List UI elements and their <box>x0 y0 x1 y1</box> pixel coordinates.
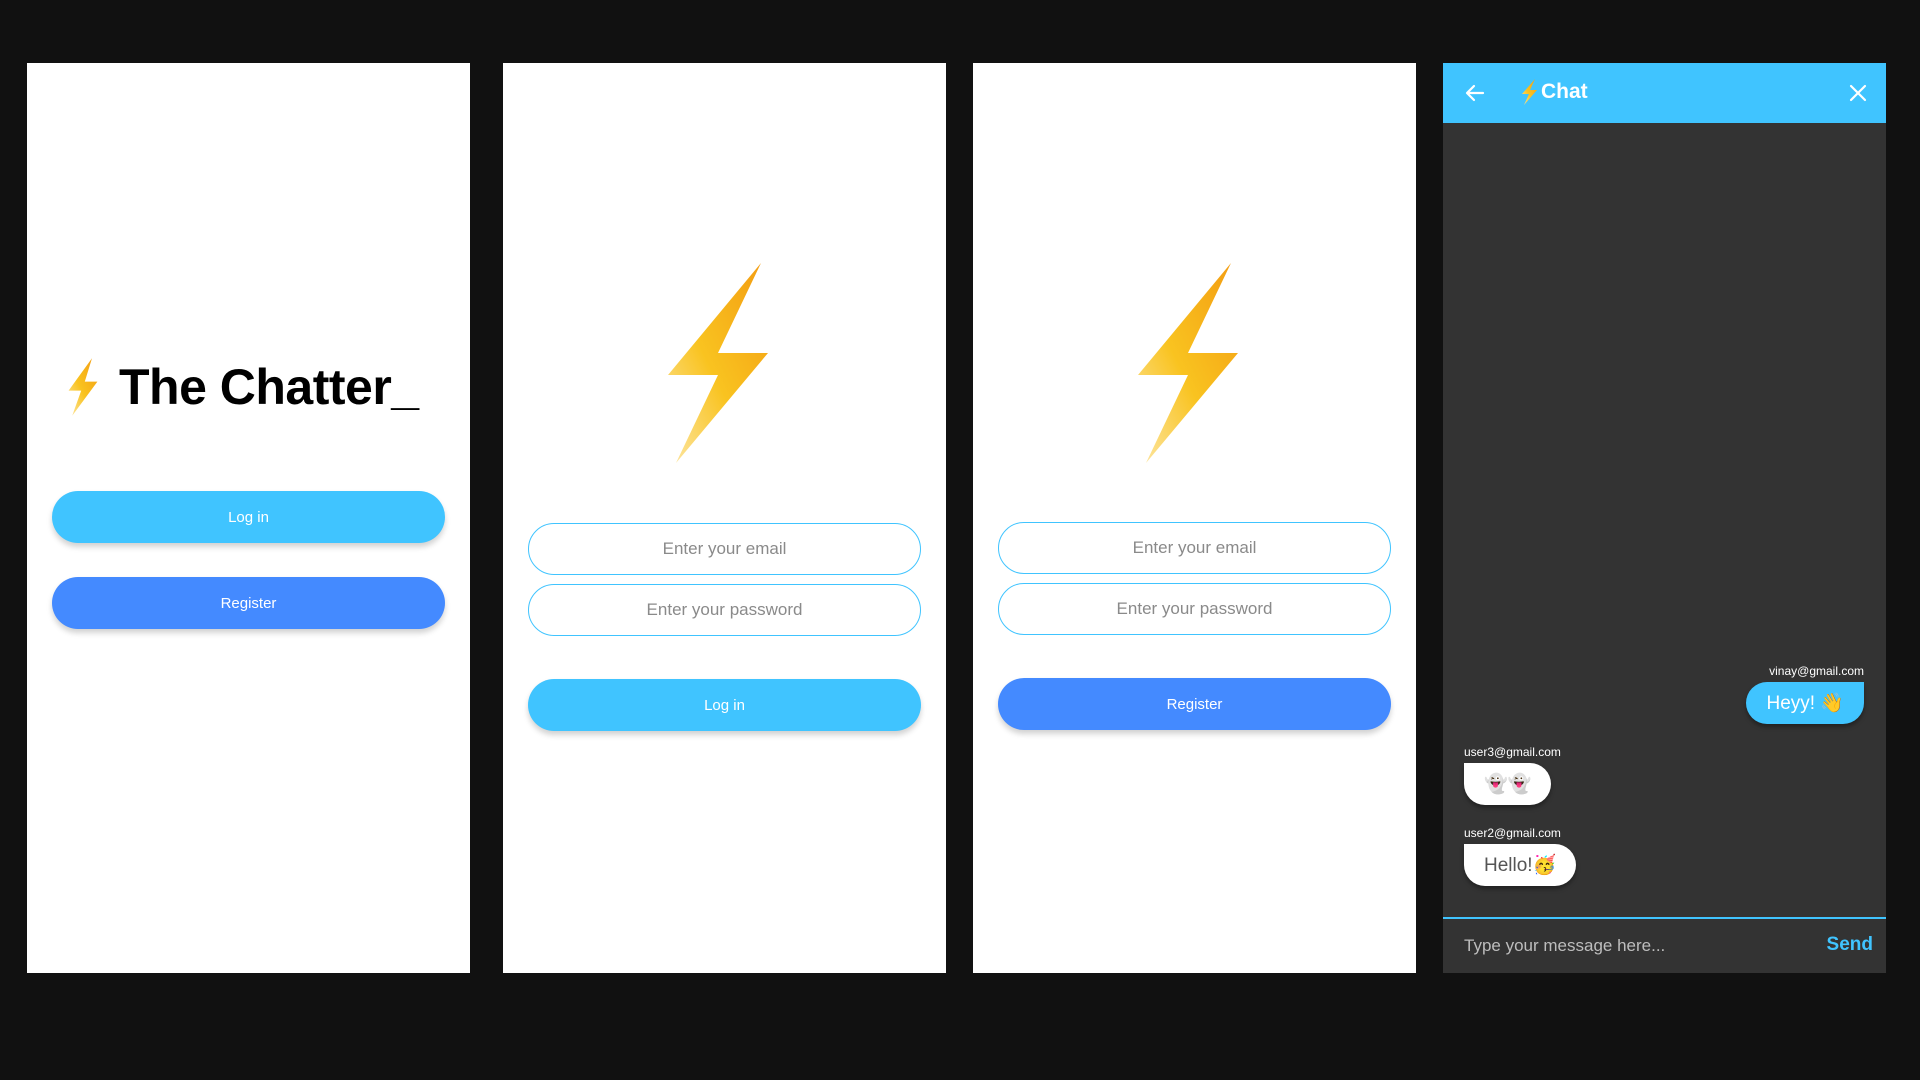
send-button[interactable]: Send <box>1827 934 1873 956</box>
register-button[interactable]: Register <box>52 577 445 629</box>
login-button[interactable]: Log in <box>528 679 921 731</box>
register-button[interactable]: Register <box>998 678 1391 730</box>
message-bubble: Hello!🥳 <box>1464 844 1577 886</box>
close-icon[interactable] <box>1844 79 1872 107</box>
message-composer: Send <box>1443 917 1886 973</box>
password-field[interactable] <box>528 584 921 636</box>
message-item: user3@gmail.com 👻👻 <box>1464 745 1561 805</box>
email-field[interactable] <box>528 523 921 575</box>
arrow-left-icon[interactable] <box>1461 79 1489 107</box>
lightning-bolt-icon <box>68 358 98 416</box>
message-sender: vinay@gmail.com <box>1769 664 1864 678</box>
app-title: The Chatter_ <box>119 359 419 415</box>
lightning-bolt-icon <box>1522 79 1537 105</box>
lightning-bolt-icon <box>668 263 768 463</box>
message-sender: user2@gmail.com <box>1464 826 1561 840</box>
chat-app-bar: Chat <box>1443 63 1886 123</box>
message-sender: user3@gmail.com <box>1464 745 1561 759</box>
register-screen: Register <box>973 63 1416 973</box>
login-screen: Log in <box>503 63 946 973</box>
message-bubble: Heyy! 👋 <box>1746 682 1864 724</box>
lightning-bolt-icon <box>1138 263 1238 463</box>
email-field[interactable] <box>998 522 1391 574</box>
brand-header: The Chatter_ <box>65 357 419 417</box>
message-item: user2@gmail.com Hello!🥳 <box>1464 826 1577 886</box>
welcome-screen: The Chatter_ Log in Register <box>27 63 470 973</box>
message-input[interactable] <box>1464 931 1804 961</box>
chat-title: Chat <box>1541 80 1588 103</box>
message-bubble: 👻👻 <box>1464 763 1552 805</box>
password-field[interactable] <box>998 583 1391 635</box>
chat-title-wrap: Chat <box>1521 79 1588 105</box>
chat-screen: Chat vinay@gmail.com Heyy! 👋 user3@gmail… <box>1443 63 1886 973</box>
message-item: vinay@gmail.com Heyy! 👋 <box>1746 664 1864 724</box>
login-button[interactable]: Log in <box>52 491 445 543</box>
